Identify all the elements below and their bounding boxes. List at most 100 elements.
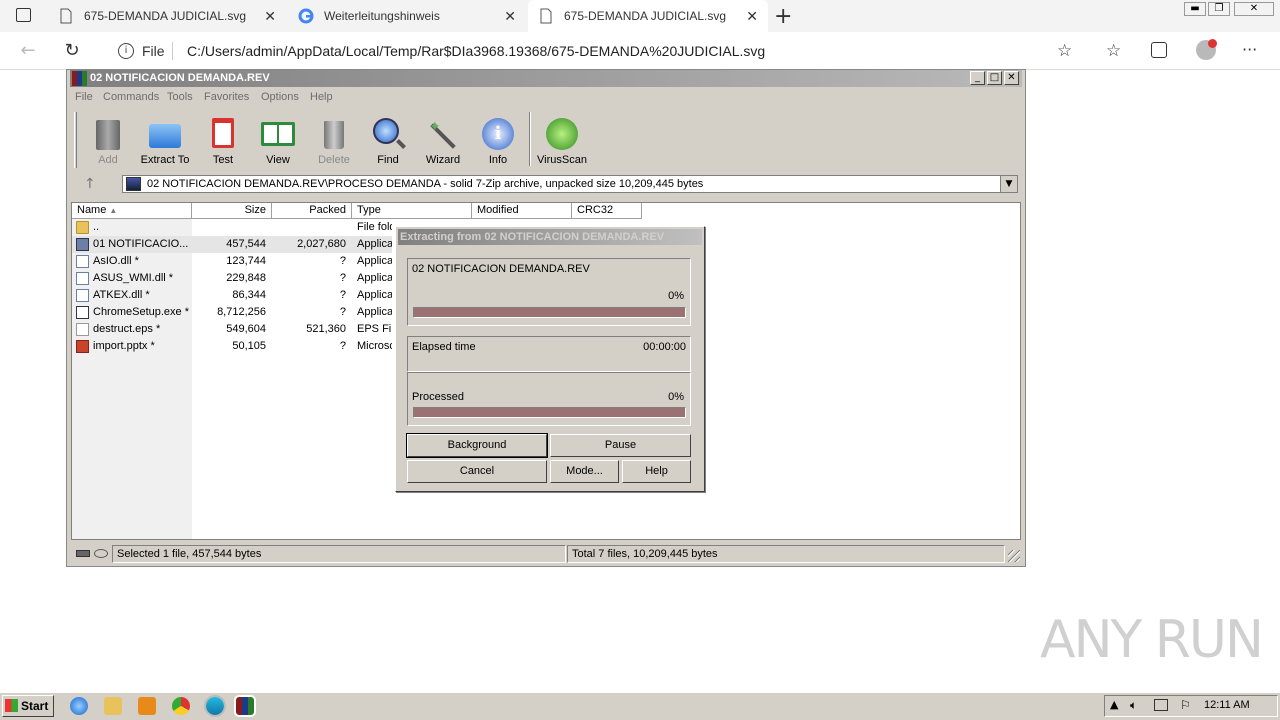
media-player-icon[interactable]	[138, 697, 156, 715]
column-header-packed[interactable]: Packed	[272, 203, 352, 219]
processed-progress-fill	[414, 408, 685, 417]
collections-icon[interactable]	[1151, 42, 1167, 58]
avatar[interactable]	[1196, 39, 1217, 60]
path-dropdown-icon[interactable]: ▼	[1000, 176, 1017, 192]
flag-icon[interactable]: ⚐	[1180, 698, 1191, 712]
new-tab-icon[interactable]: +	[774, 4, 792, 29]
processed-label: Processed	[412, 391, 464, 403]
menu-commands[interactable]: Commands	[103, 91, 159, 103]
url-text[interactable]: C:/Users/admin/AppData/Local/Temp/Rar$DI…	[187, 43, 765, 59]
toolbar-info-button[interactable]: i Info	[471, 113, 525, 166]
column-header-modified[interactable]: Modified	[472, 203, 572, 219]
toolbar-extract-to-button[interactable]: Extract To	[138, 113, 192, 166]
anyrun-watermark: ANY RUN	[1040, 610, 1264, 670]
tray-arrow-icon[interactable]: ▲	[1110, 698, 1118, 711]
magnifier-icon	[370, 116, 406, 152]
file-size: 123,744	[226, 255, 266, 267]
folder-icon	[76, 221, 89, 234]
browser-tab-1[interactable]: 675-DEMANDA JUDICIAL.svg ✕	[48, 0, 286, 32]
add-archive-icon	[90, 116, 126, 152]
table-row[interactable]: ASUS_WMI.dll * 229,848 ? Applicat	[72, 270, 392, 287]
add-favorite-icon[interactable]: ☆	[1057, 41, 1072, 61]
ie-icon[interactable]	[70, 697, 88, 715]
menu-options[interactable]: Options	[261, 91, 299, 103]
menu-favorites[interactable]: Favorites	[204, 91, 249, 103]
close-window-icon[interactable]: ✕	[1234, 2, 1274, 16]
column-header-size[interactable]: Size	[192, 203, 272, 219]
path-field[interactable]: 02 NOTIFICACION DEMANDA.REV\PROCESO DEMA…	[122, 175, 1018, 193]
sort-ascending-icon: ▲	[109, 206, 118, 215]
extract-dialog-title: Extracting from 02 NOTIFICACION DEMANDA.…	[398, 229, 702, 245]
file-size: 229,848	[226, 272, 266, 284]
file-packed: ?	[339, 272, 346, 284]
toolbar-test-button[interactable]: Test	[196, 113, 250, 166]
pause-button[interactable]: Pause	[550, 434, 691, 457]
table-row[interactable]: AsIO.dll * 123,744 ? Applicat	[72, 253, 392, 270]
file-packed: ?	[339, 340, 346, 352]
toolbar-view-button[interactable]: View	[251, 113, 305, 166]
table-row[interactable]: .. File fold	[72, 219, 392, 236]
file-label: File	[142, 43, 165, 59]
file-size: 549,604	[226, 323, 266, 335]
favorites-icon[interactable]: ☆	[1106, 41, 1121, 61]
menu-help[interactable]: Help	[310, 91, 333, 103]
restore-icon[interactable]: ❐	[1208, 2, 1230, 16]
winrar-maximize-icon[interactable]: □	[987, 71, 1002, 85]
table-row[interactable]: ChromeSetup.exe * 8,712,256 ? Applicat	[72, 304, 392, 321]
table-row[interactable]: destruct.eps * 549,604 521,360 EPS File	[72, 321, 392, 338]
google-icon	[298, 8, 314, 24]
file-type: EPS File	[357, 323, 392, 335]
browser-tab-3[interactable]: 675-DEMANDA JUDICIAL.svg ✕	[528, 0, 768, 32]
toolbar-delete-label: Delete	[318, 154, 350, 166]
menu-tools[interactable]: Tools	[167, 91, 193, 103]
tab-actions-icon[interactable]	[16, 8, 31, 22]
close-icon[interactable]: ✕	[746, 8, 758, 25]
column-header-crc32[interactable]: CRC32	[572, 203, 642, 219]
refresh-icon[interactable]: ↻	[60, 40, 84, 62]
edge-icon[interactable]	[204, 695, 226, 717]
column-header-name[interactable]: Name ▲	[72, 203, 192, 219]
winrar-taskbar-icon[interactable]	[234, 695, 256, 717]
back-icon[interactable]: ←	[16, 40, 40, 62]
winrar-minimize-icon[interactable]: _	[970, 71, 985, 85]
info-circle-icon[interactable]: i	[118, 43, 134, 59]
toolbar-virusscan-label: VirusScan	[537, 154, 587, 166]
toolbar-add-button[interactable]: Add	[81, 113, 135, 166]
elapsed-label: Elapsed time	[412, 341, 476, 353]
help-button[interactable]: Help	[622, 460, 691, 483]
volume-icon[interactable]: 🔈︎	[1130, 698, 1137, 713]
clock: 12:11 AM	[1204, 699, 1250, 711]
table-row[interactable]: import.pptx * 50,105 ? Microso	[72, 338, 392, 355]
processed-percent: 0%	[668, 391, 684, 403]
minimize-icon[interactable]: ▬	[1184, 2, 1206, 16]
winrar-title: 02 NOTIFICACION DEMANDA.REV	[70, 70, 1022, 87]
file-progress-percent: 0%	[668, 290, 684, 302]
toolbar-find-label: Find	[377, 154, 399, 166]
file-name: ATKEX.dll *	[93, 289, 150, 301]
status-left: Selected 1 file, 457,544 bytes	[112, 545, 566, 563]
up-folder-icon[interactable]: ↑	[84, 176, 96, 192]
network-icon[interactable]	[1154, 699, 1168, 711]
table-row[interactable]: ATKEX.dll * 86,344 ? Applicat	[72, 287, 392, 304]
browser-tab-2[interactable]: Weiterleitungshinweis ✕	[288, 0, 526, 32]
toolbar-delete-button[interactable]: Delete	[307, 113, 361, 166]
mode-button[interactable]: Mode...	[550, 460, 619, 483]
toolbar-virusscan-button[interactable]: VirusScan	[535, 113, 589, 166]
chrome-icon[interactable]	[172, 697, 190, 715]
table-row[interactable]: 01 NOTIFICACIO... 457,544 2,027,680 Appl…	[72, 236, 392, 253]
background-button[interactable]: Background	[406, 433, 548, 458]
menu-file[interactable]: File	[75, 91, 93, 103]
cancel-button[interactable]: Cancel	[407, 460, 547, 483]
toolbar-wizard-button[interactable]: ✦ Wizard	[416, 113, 470, 166]
close-icon[interactable]: ✕	[504, 8, 516, 25]
file-progress-fill	[414, 308, 685, 317]
toolbar-find-button[interactable]: Find	[361, 113, 415, 166]
more-icon[interactable]: ···	[1242, 40, 1257, 59]
tab-title: 675-DEMANDA JUDICIAL.svg	[84, 9, 247, 23]
column-header-type[interactable]: Type	[352, 203, 472, 219]
resize-grip-icon[interactable]	[1008, 550, 1020, 562]
elapsed-value: 00:00:00	[643, 341, 686, 353]
winrar-close-icon[interactable]: ✕	[1004, 71, 1019, 85]
explorer-folder-icon[interactable]	[104, 697, 122, 715]
close-icon[interactable]: ✕	[264, 8, 276, 25]
